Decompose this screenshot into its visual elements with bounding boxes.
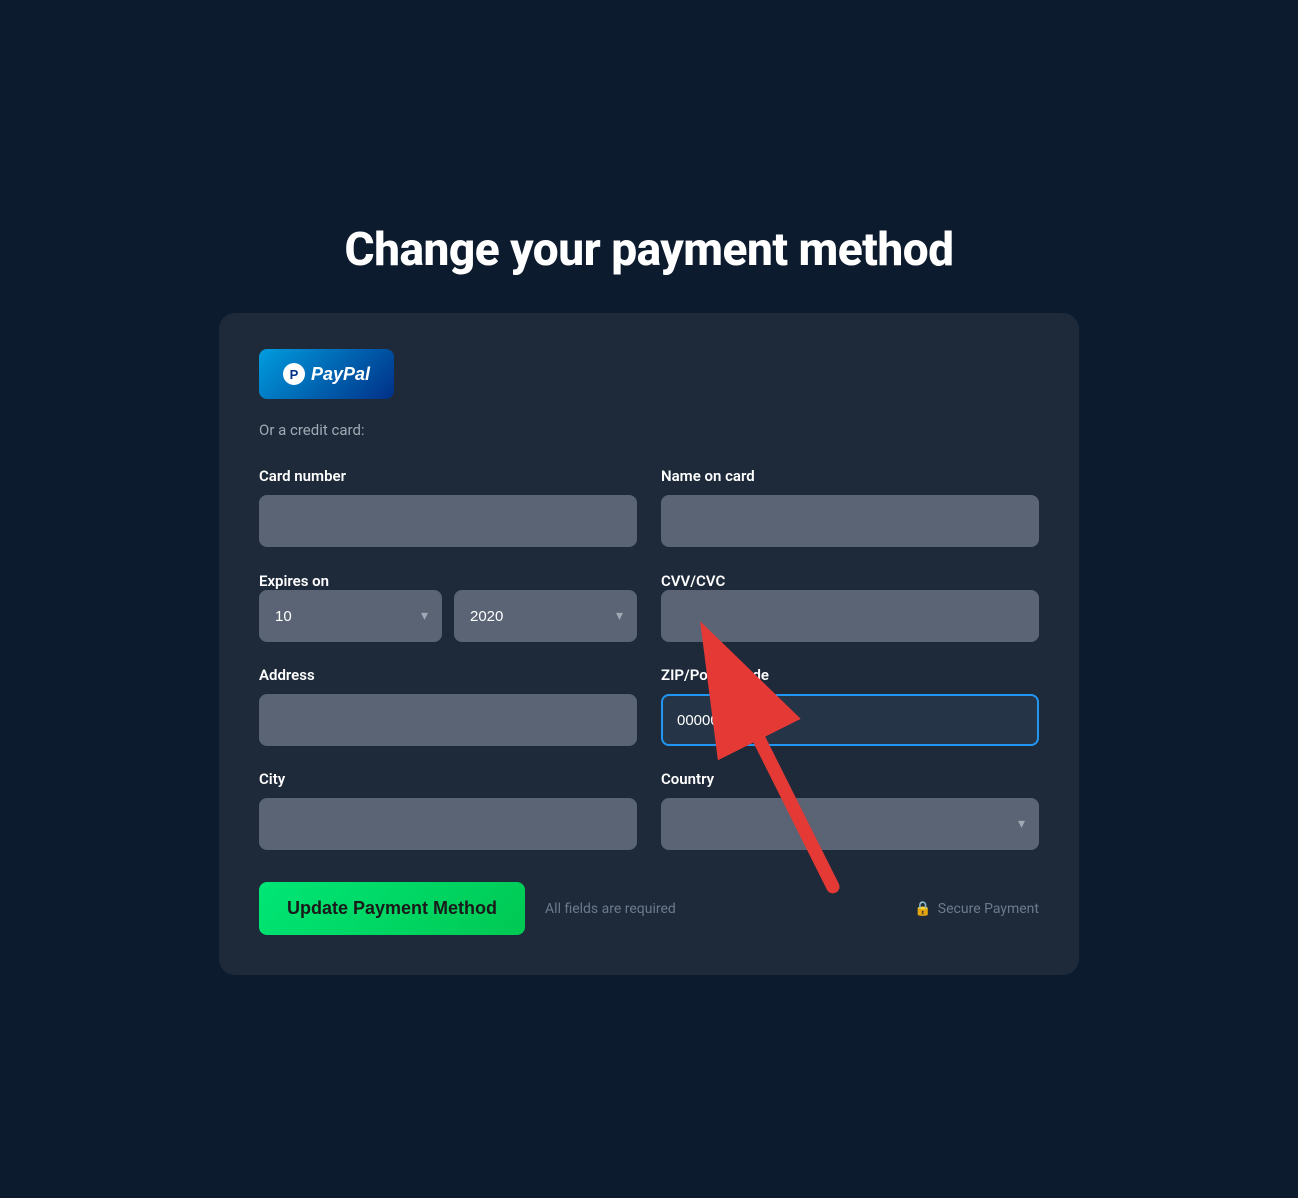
name-on-card-group: Name on card <box>661 467 1039 547</box>
month-select-wrapper: 10 01 02 03 04 05 06 07 08 09 11 12 ▾ <box>259 590 442 642</box>
card-name-row: Card number Name on card <box>259 467 1039 547</box>
city-label: City <box>259 770 637 788</box>
card-number-label: Card number <box>259 467 637 485</box>
cvv-label: CVV/CVC <box>661 572 725 590</box>
month-select[interactable]: 10 01 02 03 04 05 06 07 08 09 11 12 <box>259 590 442 642</box>
card-number-input[interactable] <box>259 495 637 547</box>
address-zip-row: Address ZIP/Postal code <box>259 666 1039 746</box>
year-select-wrapper: 2020 2021 2022 2023 2024 2025 ▾ <box>454 590 637 642</box>
address-label: Address <box>259 666 637 684</box>
zip-input[interactable] <box>661 694 1039 746</box>
card-number-group: Card number <box>259 467 637 547</box>
payment-form-card: P PayPal Or a credit card: Card number N… <box>219 313 1079 975</box>
update-payment-button[interactable]: Update Payment Method <box>259 882 525 935</box>
city-country-row: City Country United States United Kingdo… <box>259 770 1039 850</box>
name-on-card-input[interactable] <box>661 495 1039 547</box>
zip-group: ZIP/Postal code <box>661 666 1039 746</box>
page-title: Change your payment method <box>344 223 953 277</box>
cvv-group: CVV/CVC <box>661 571 1039 642</box>
expire-selects: 10 01 02 03 04 05 06 07 08 09 11 12 ▾ <box>259 590 637 642</box>
address-input[interactable] <box>259 694 637 746</box>
country-select-wrapper: United States United Kingdom Canada ▾ <box>661 798 1039 850</box>
city-input[interactable] <box>259 798 637 850</box>
paypal-button[interactable]: P PayPal <box>259 349 394 399</box>
address-group: Address <box>259 666 637 746</box>
country-select[interactable]: United States United Kingdom Canada <box>661 798 1039 850</box>
city-group: City <box>259 770 637 850</box>
country-group: Country United States United Kingdom Can… <box>661 770 1039 850</box>
or-credit-label: Or a credit card: <box>259 421 1039 439</box>
expires-label: Expires on <box>259 572 329 590</box>
name-on-card-label: Name on card <box>661 467 1039 485</box>
expires-cvv-row: Expires on 10 01 02 03 04 05 06 07 08 09 <box>259 571 1039 642</box>
lock-icon: 🔒 <box>914 901 931 917</box>
year-select[interactable]: 2020 2021 2022 2023 2024 2025 <box>454 590 637 642</box>
paypal-label: PayPal <box>311 364 370 385</box>
secure-payment-label: 🔒 Secure Payment <box>914 901 1039 917</box>
paypal-icon: P <box>283 363 305 385</box>
expires-group: Expires on 10 01 02 03 04 05 06 07 08 09 <box>259 571 637 642</box>
zip-label: ZIP/Postal code <box>661 666 1039 684</box>
required-note: All fields are required <box>545 901 676 917</box>
country-label: Country <box>661 770 1039 788</box>
footer-row: Update Payment Method All fields are req… <box>259 882 1039 935</box>
cvv-input[interactable] <box>661 590 1039 642</box>
